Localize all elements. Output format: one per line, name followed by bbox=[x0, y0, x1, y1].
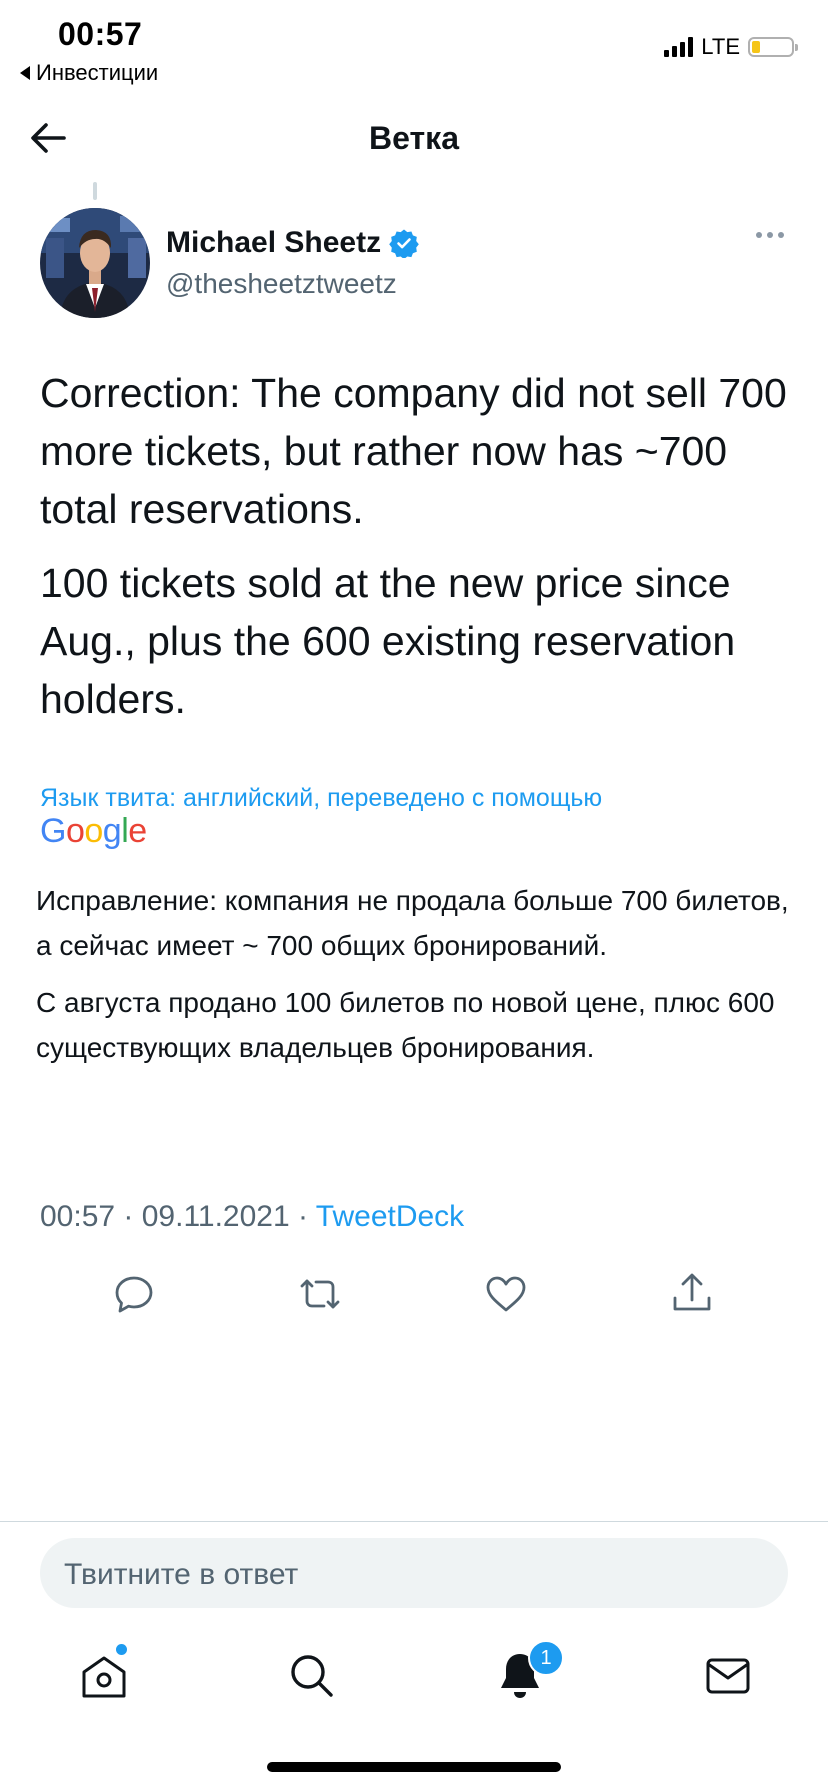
messages-icon[interactable] bbox=[700, 1648, 756, 1704]
verified-badge-icon bbox=[389, 229, 419, 258]
tweet-paragraph: Correction: The company did not sell 700… bbox=[40, 370, 787, 532]
network-label: LTE bbox=[701, 34, 740, 59]
author-name-text: Michael Sheetz bbox=[166, 226, 382, 259]
reply-icon[interactable] bbox=[110, 1270, 158, 1318]
search-icon[interactable] bbox=[284, 1648, 340, 1704]
tweet-meta: 00:57 · 09.11.2021 · TweetDeck bbox=[40, 1200, 464, 1234]
share-icon[interactable] bbox=[668, 1270, 716, 1318]
back-triangle-icon bbox=[20, 66, 30, 80]
divider bbox=[0, 1521, 828, 1522]
reply-placeholder: Твитните в ответ bbox=[64, 1558, 299, 1591]
reply-input[interactable]: Твитните в ответ bbox=[40, 1538, 788, 1608]
retweet-icon[interactable] bbox=[296, 1270, 344, 1318]
back-to-app-link[interactable]: Инвестиции bbox=[20, 60, 158, 86]
battery-icon bbox=[748, 37, 798, 57]
tweet-date: 09.11.2021 bbox=[141, 1200, 290, 1233]
notifications-badge: 1 bbox=[528, 1640, 564, 1676]
meta-separator: · bbox=[115, 1200, 142, 1233]
google-logo: Google bbox=[40, 812, 147, 850]
signal-icon bbox=[664, 37, 694, 57]
home-new-dot bbox=[116, 1644, 127, 1655]
avatar[interactable] bbox=[40, 208, 150, 318]
tweet-text: Correction: The company did not sell 700… bbox=[40, 364, 800, 744]
meta-separator: · bbox=[289, 1200, 316, 1233]
translated-paragraph: С августа продано 100 билетов по новой ц… bbox=[36, 987, 775, 1063]
tweet-source-link[interactable]: TweetDeck bbox=[316, 1200, 464, 1233]
tab-bar bbox=[0, 1648, 828, 1704]
author-handle[interactable]: @thesheetztweetz bbox=[166, 268, 397, 300]
home-indicator[interactable] bbox=[267, 1762, 561, 1772]
translation-note: Язык твита: английский, переведено с пом… bbox=[40, 784, 603, 812]
status-time: 00:57 bbox=[58, 16, 143, 52]
tweet-paragraph: 100 tickets sold at the new price since … bbox=[40, 560, 736, 722]
like-icon[interactable] bbox=[482, 1270, 530, 1318]
tweet-time: 00:57 bbox=[40, 1200, 116, 1233]
more-options-icon[interactable] bbox=[756, 232, 784, 238]
author-name[interactable]: Michael Sheetz bbox=[166, 226, 419, 260]
home-icon[interactable] bbox=[76, 1648, 132, 1704]
thread-line bbox=[93, 182, 97, 200]
tweet-actions bbox=[0, 1270, 828, 1318]
status-indicators: LTE bbox=[664, 34, 798, 60]
translated-paragraph: Исправление: компания не продала больше … bbox=[36, 885, 789, 961]
back-app-label: Инвестиции bbox=[36, 60, 159, 85]
page-title: Ветка bbox=[369, 120, 459, 156]
translated-text: Исправление: компания не продала больше … bbox=[36, 878, 796, 1082]
